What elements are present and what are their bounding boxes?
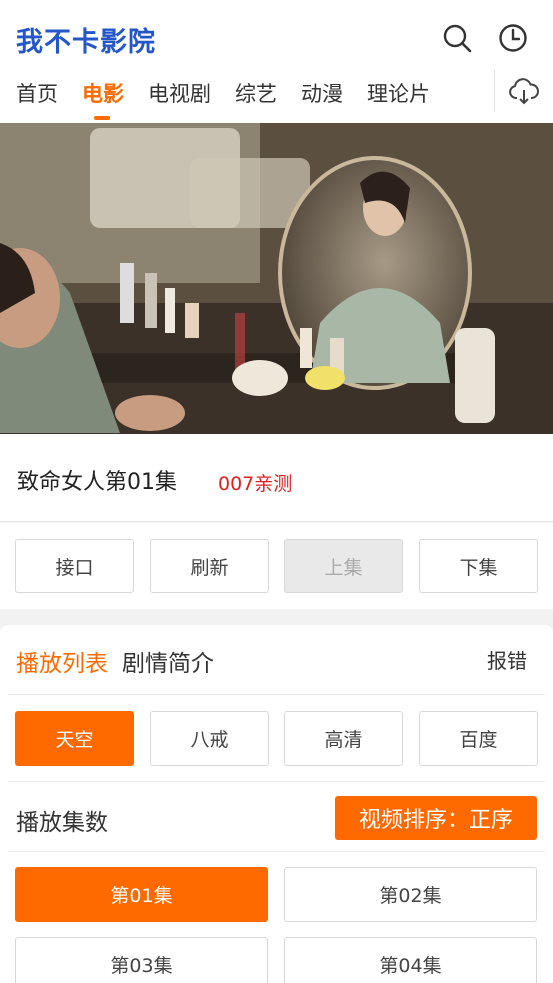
nav-item-movies[interactable]: 电影 (82, 78, 124, 108)
interface-button[interactable]: 接口 (15, 539, 134, 593)
category-nav: 首页 电影 电视剧 综艺 动漫 理论片 (0, 70, 494, 120)
nav-item-anime[interactable]: 动漫 (301, 78, 343, 108)
history-clock-icon[interactable] (497, 22, 529, 54)
refresh-button[interactable]: 刷新 (150, 539, 269, 593)
divider (8, 851, 545, 852)
next-episode-button[interactable]: 下集 (419, 539, 538, 593)
source-option-baidu[interactable]: 百度 (419, 711, 538, 766)
search-icon[interactable] (441, 22, 473, 54)
source-tag: 007亲测 (218, 473, 293, 495)
nav-item-theory[interactable]: 理论片 (367, 78, 430, 108)
video-frame-image (0, 123, 553, 434)
tab-synopsis[interactable]: 剧情简介 (122, 644, 214, 678)
episode-title: 致命女人第01集 (17, 470, 177, 495)
episode-count-label: 播放集数 (16, 810, 108, 836)
episode-button-02[interactable]: 第02集 (284, 867, 537, 922)
previous-episode-button[interactable]: 上集 (284, 539, 403, 593)
sort-order-button[interactable]: 视频排序：正序 (335, 796, 537, 840)
download-cloud-icon[interactable] (508, 76, 540, 108)
video-player[interactable] (0, 123, 553, 434)
site-logo[interactable]: 我不卡影院 (16, 20, 156, 59)
active-tab-indicator (94, 116, 110, 120)
nav-item-home[interactable]: 首页 (16, 78, 58, 108)
source-option-hd[interactable]: 高清 (284, 711, 403, 766)
divider (8, 781, 545, 782)
episode-info-bar: 致命女人第01集 007亲测 (0, 434, 553, 522)
report-error-button[interactable]: 报错 (487, 645, 527, 674)
nav-item-tv-series[interactable]: 电视剧 (148, 78, 211, 108)
tab-playlist[interactable]: 播放列表 (16, 644, 108, 678)
episode-button-01[interactable]: 第01集 (15, 867, 268, 922)
nav-divider (494, 70, 495, 112)
episode-button-04[interactable]: 第04集 (284, 937, 537, 983)
episode-button-03[interactable]: 第03集 (15, 937, 268, 983)
app-header: 我不卡影院 首页 电影 电视剧 综艺 动漫 理论片 (0, 0, 553, 123)
nav-item-variety[interactable]: 综艺 (235, 78, 277, 108)
divider (8, 694, 545, 695)
source-option-tiankong[interactable]: 天空 (15, 711, 134, 766)
playlist-panel: 播放列表 剧情简介 报错 天空 八戒 高清 百度 播放集数 视频排序：正序 第0… (0, 625, 553, 983)
player-controls: 接口 刷新 上集 下集 (0, 523, 553, 609)
source-option-bajie[interactable]: 八戒 (150, 711, 269, 766)
